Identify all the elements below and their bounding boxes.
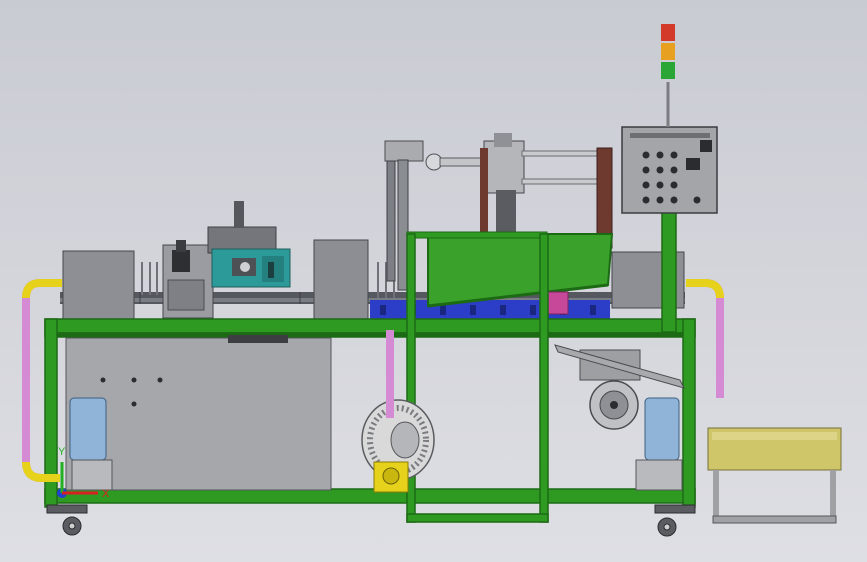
triad-x-label: X	[102, 488, 110, 500]
machine-assembly-drawing: Y X	[22, 24, 842, 537]
left-module-box	[62, 250, 135, 322]
blue-conveyor-belt	[370, 300, 610, 320]
collection-bin-cart	[707, 427, 842, 524]
regenerative-blower	[361, 399, 435, 493]
cad-viewport[interactable]: Y X	[0, 0, 867, 562]
left-blower	[69, 397, 113, 491]
right-module-box	[313, 239, 369, 321]
triad-y-label: Y	[58, 446, 66, 458]
labeling-unit	[162, 240, 214, 319]
printer-head-assembly	[207, 201, 291, 288]
control-panel	[621, 126, 718, 214]
cabinet-bracket	[228, 335, 288, 343]
right-blower	[635, 397, 683, 491]
guide-rods-left	[141, 262, 158, 295]
signal-tower	[661, 24, 675, 127]
tower-light-red	[661, 24, 675, 41]
tower-light-amber	[661, 43, 675, 60]
tower-light-green	[661, 62, 675, 79]
caster-wheels	[46, 504, 696, 537]
